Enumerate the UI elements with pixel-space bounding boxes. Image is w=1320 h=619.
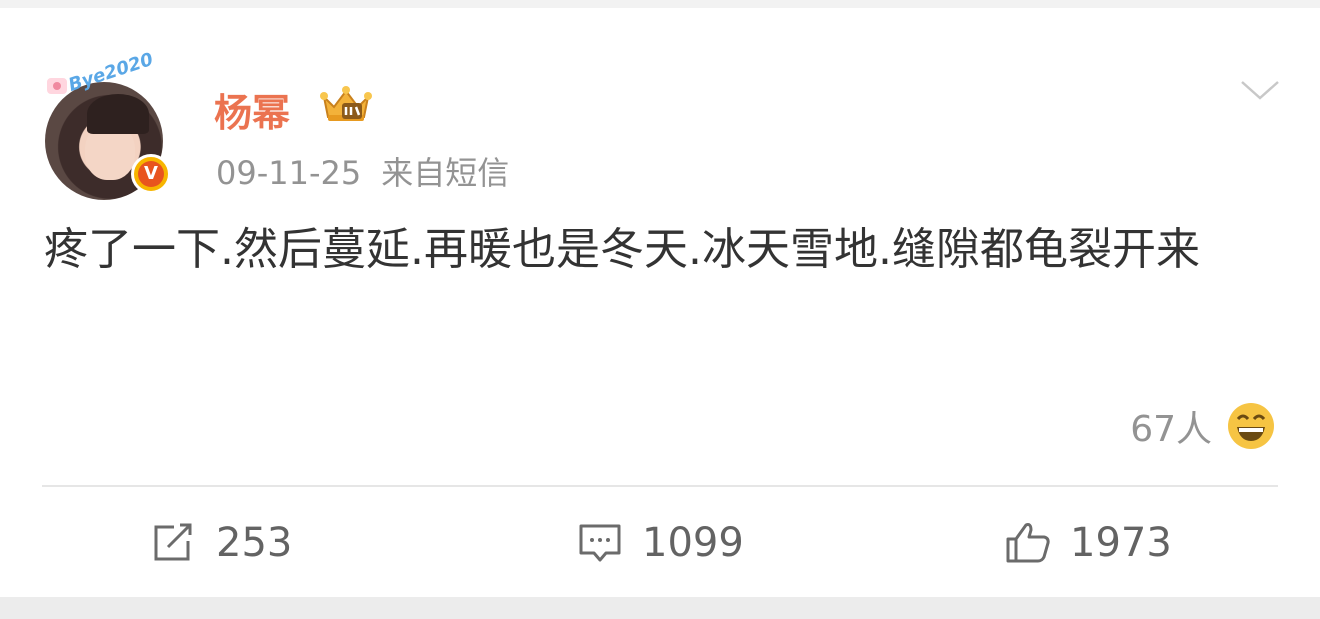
grinning-face-emoji-icon: [1228, 403, 1274, 449]
chevron-down-icon[interactable]: [1238, 76, 1282, 104]
thumbs-up-icon: [1006, 523, 1050, 563]
avatar[interactable]: Bye2020 V: [43, 49, 171, 200]
reaction-count: 67人: [1130, 409, 1212, 450]
comment-count: 1099: [642, 520, 744, 566]
post-text: 疼了一下.然后蔓延.再暖也是冬天.冰天雪地.缝隙都龟裂开来: [44, 224, 1200, 275]
repost-button[interactable]: 253: [150, 520, 292, 566]
like-button[interactable]: 1973: [1004, 520, 1172, 566]
author-name[interactable]: 杨幂: [214, 82, 290, 137]
post-date: 09-11-25: [216, 154, 362, 192]
comment-icon: [579, 524, 621, 562]
comment-button[interactable]: 1099: [576, 520, 744, 566]
post-source: 来自短信: [381, 154, 510, 192]
post-meta: 09-11-25 来自短信: [216, 148, 509, 194]
repost-icon: [154, 523, 192, 561]
camera-sticker-icon: [45, 76, 69, 96]
repost-count: 253: [216, 520, 293, 566]
weibo-post-card: Bye2020 V 杨幂 09-11-25 来自短信 疼了一下.然后蔓延.再暖也是…: [0, 8, 1320, 597]
like-count: 1973: [1070, 520, 1172, 566]
action-bar: 253 1099 1973: [0, 508, 1320, 588]
vip-crown-icon[interactable]: [318, 83, 374, 125]
reaction-summary[interactable]: 67人: [1130, 400, 1276, 452]
divider: [42, 485, 1278, 487]
verified-mark: V: [138, 161, 164, 187]
bottom-separator: [0, 597, 1320, 619]
verified-badge-icon: V: [131, 154, 171, 194]
